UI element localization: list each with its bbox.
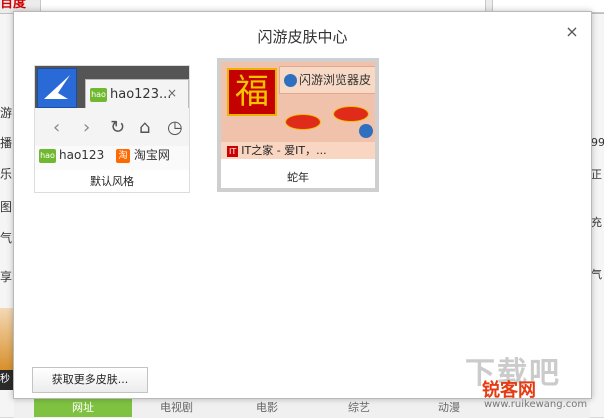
skin-preview-snake-year: 福 闪游浏览器皮 IT IT之家 - 爱IT，... xyxy=(221,62,375,159)
browser-globe-icon xyxy=(359,124,373,138)
background-right-text: 正 xyxy=(591,168,602,181)
browser-logo-icon xyxy=(37,68,77,108)
preview-bookmark-bar: IT IT之家 - 爱IT，... xyxy=(221,142,375,159)
get-more-skins-button[interactable]: 获取更多皮肤... xyxy=(32,367,148,393)
background-left-text: 图 xyxy=(0,200,13,214)
back-icon: ‹ xyxy=(53,117,61,138)
skin-label-default: 默认风格 xyxy=(35,171,189,192)
background-left-text: 气 xyxy=(0,231,13,245)
bookmark-ithome: IT之家 - 爱IT，... xyxy=(241,144,327,157)
background-food-image xyxy=(0,308,14,370)
background-tab-movie: 电影 xyxy=(256,401,278,414)
background-right-text: 气 xyxy=(591,268,602,281)
skin-card-default[interactable]: hao hao123... × ‹ › ↻ ⌂ ◷ hao hao123 淘 淘宝网… xyxy=(34,65,190,193)
refresh-icon: ↻ xyxy=(110,117,126,138)
close-icon[interactable]: × xyxy=(562,22,582,42)
preview-bookmark-bar: hao hao123 淘 淘宝网 xyxy=(35,146,189,170)
background-tab-variety: 综艺 xyxy=(348,401,370,414)
background-right-text: 充 xyxy=(591,216,602,229)
skin-center-dialog: 闪游皮肤中心 × hao hao123... × ‹ › ↻ ⌂ ◷ hao hao… xyxy=(13,11,592,399)
ithome-icon: IT xyxy=(227,145,239,157)
background-left-text: 乐 xyxy=(0,167,13,181)
preview-tab-title: 闪游浏览器皮 xyxy=(299,73,372,87)
skin-card-snake-year[interactable]: 福 闪游浏览器皮 IT IT之家 - 爱IT，... 蛇年 xyxy=(217,58,379,192)
background-tab-url: 网址 xyxy=(34,398,132,417)
background-left-text: 播 xyxy=(0,136,13,150)
fu-character-icon: 福 xyxy=(227,68,277,116)
preview-tab-close-icon: × xyxy=(167,86,178,100)
watermark-url: www.ruikewang.com xyxy=(484,399,588,410)
history-icon: ◷ xyxy=(167,117,183,138)
lantern-icon xyxy=(333,106,369,122)
background-left-text: 享 xyxy=(0,270,13,284)
background-dark-label: 秒 xyxy=(0,370,14,390)
home-icon: ⌂ xyxy=(139,117,151,138)
hao123-icon: hao xyxy=(90,87,107,102)
background-right-text: 99 xyxy=(591,136,604,149)
hao123-icon: hao xyxy=(39,148,56,163)
taobao-icon: 淘 xyxy=(116,148,131,163)
background-tab-anime: 动漫 xyxy=(438,401,460,414)
preview-tab: 闪游浏览器皮 xyxy=(279,66,375,94)
skin-label-snake-year: 蛇年 xyxy=(221,167,375,188)
lantern-icon xyxy=(285,114,321,130)
background-left-text: 游 xyxy=(0,106,13,120)
forward-icon: › xyxy=(83,117,91,138)
preview-tab-title: hao123... xyxy=(110,87,172,102)
browser-globe-icon xyxy=(284,74,297,87)
bookmark-taobao: 淘宝网 xyxy=(133,148,170,162)
background-tab-tv: 电视剧 xyxy=(160,401,193,414)
skin-preview-default: hao hao123... × ‹ › ↻ ⌂ ◷ hao hao123 淘 淘宝网 xyxy=(35,66,189,170)
bookmark-hao123: hao123 xyxy=(59,148,105,162)
dialog-title: 闪游皮肤中心 xyxy=(257,28,348,46)
